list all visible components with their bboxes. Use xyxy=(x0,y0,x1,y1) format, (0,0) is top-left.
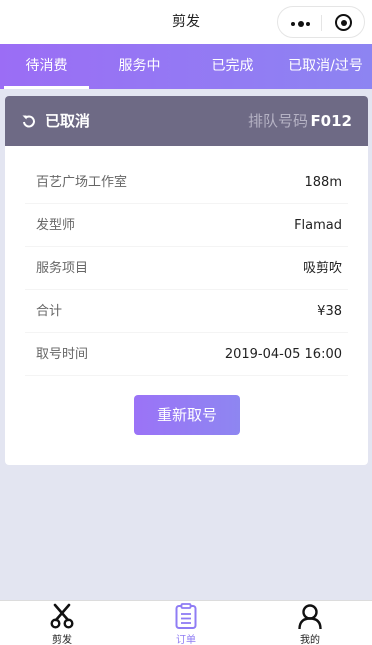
service-value: 吸剪吹 xyxy=(302,261,342,276)
detail-row-total: 合计 ¥38 xyxy=(25,290,348,333)
tabbar-item-profile[interactable]: 我的 xyxy=(248,601,372,645)
order-card-header: 已取消 排队号码 F012 xyxy=(5,96,368,146)
tabbar-label-profile: 我的 xyxy=(300,635,320,645)
total-label: 合计 xyxy=(36,304,63,319)
undo-icon xyxy=(22,115,35,128)
rebook-button[interactable]: 重新取号 xyxy=(134,395,240,435)
service-label: 服务项目 xyxy=(36,261,89,276)
more-icon[interactable] xyxy=(291,21,311,27)
tabbar-label-orders: 订单 xyxy=(176,635,196,645)
order-card: 已取消 排队号码 F012 百艺广场工作室 188m 发型师 Flamad 服务… xyxy=(5,96,368,465)
tab-completed[interactable]: 已完成 xyxy=(186,44,279,89)
detail-row-time: 取号时间 2019-04-05 16:00 xyxy=(25,333,348,376)
store-distance: 188m xyxy=(304,175,342,190)
mini-program-capsule xyxy=(277,6,365,38)
stylist-value: Flamad xyxy=(294,218,342,233)
capsule-divider xyxy=(321,15,322,31)
order-status: 已取消 xyxy=(45,112,91,130)
nav-bar: 剪发 xyxy=(0,0,372,44)
scissors-icon xyxy=(50,603,74,629)
total-value: ¥38 xyxy=(317,304,342,319)
bottom-tab-bar: 剪发 订单 我的 xyxy=(0,600,372,645)
tabbar-item-orders[interactable]: 订单 xyxy=(124,601,248,645)
clipboard-icon xyxy=(175,603,197,629)
store-name: 百艺广场工作室 xyxy=(36,175,128,190)
queue-label: 排队号码 xyxy=(247,112,308,130)
tab-cancelled[interactable]: 已取消/过号 xyxy=(279,44,372,89)
close-target-icon[interactable] xyxy=(335,14,352,31)
time-label: 取号时间 xyxy=(36,347,89,362)
tab-pending[interactable]: 待消费 xyxy=(0,44,93,89)
tabbar-label-haircut: 剪发 xyxy=(52,635,72,645)
detail-row-store: 百艺广场工作室 188m xyxy=(25,161,348,204)
queue-number: F012 xyxy=(310,112,352,130)
tab-in-service[interactable]: 服务中 xyxy=(93,44,186,89)
order-status-tabs: 待消费 服务中 已完成 已取消/过号 xyxy=(0,44,372,89)
time-value: 2019-04-05 16:00 xyxy=(224,347,342,362)
stylist-label: 发型师 xyxy=(36,218,76,233)
tabbar-item-haircut[interactable]: 剪发 xyxy=(0,601,124,645)
detail-row-service: 服务项目 吸剪吹 xyxy=(25,247,348,290)
user-icon xyxy=(298,604,322,629)
detail-row-stylist: 发型师 Flamad xyxy=(25,204,348,247)
